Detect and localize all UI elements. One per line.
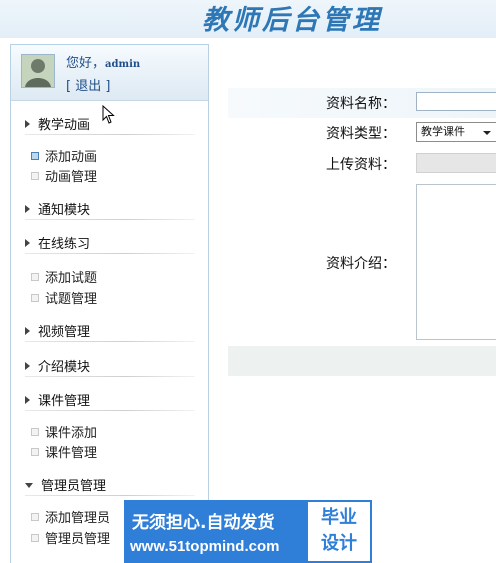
avatar [21, 54, 55, 88]
type-label: 资料类型： [326, 126, 396, 142]
sidebar-item-label: 添加管理员 [45, 511, 111, 526]
sidebar-item-add-animation[interactable]: 添加动画 [31, 146, 97, 165]
sidebar-item-label: 课件添加 [45, 426, 98, 441]
form-footer-band [228, 346, 496, 376]
sidebar-item-manage-question[interactable]: 试题管理 [31, 288, 97, 307]
sidebar-group-label: 教学动画 [38, 118, 91, 133]
divider [25, 341, 195, 342]
bullet-icon [31, 428, 39, 436]
sidebar-group-label: 通知模块 [38, 203, 91, 218]
divider [25, 376, 195, 377]
divider [25, 134, 195, 135]
intro-label: 资料介绍： [326, 256, 396, 272]
sidebar-item-add-admin[interactable]: 添加管理员 [31, 507, 110, 526]
sidebar-group-animation[interactable]: 教学动画 [25, 114, 90, 133]
header-bar: 教师后台管理 [0, 0, 496, 38]
greeting-label: 您好， [66, 56, 106, 71]
bullet-icon [31, 172, 39, 180]
chevron-right-icon [25, 205, 30, 213]
sidebar-item-label: 课件管理 [45, 446, 98, 461]
bullet-icon [31, 273, 39, 281]
chevron-right-icon [25, 396, 30, 404]
divider [25, 219, 195, 220]
name-input[interactable] [416, 92, 496, 111]
user-avatar-icon [22, 55, 54, 87]
promo-badge: 毕业 设计 [308, 502, 370, 561]
sidebar-item-manage-admin[interactable]: 管理员管理 [31, 528, 110, 547]
upload-file-input[interactable] [416, 153, 496, 173]
sidebar-item-label: 动画管理 [45, 170, 98, 185]
chevron-right-icon [25, 120, 30, 128]
divider [25, 253, 195, 254]
bullet-icon [31, 534, 39, 542]
greeting-text: 您好，admin [66, 52, 140, 71]
upload-label: 上传资料： [326, 157, 396, 173]
bullet-icon [31, 152, 39, 160]
promo-slogan: 无须担心.自动发货 [132, 513, 275, 533]
chevron-right-icon [25, 239, 30, 247]
sidebar-item-label: 试题管理 [45, 292, 98, 307]
logout-link[interactable]: [ 退出 ] [66, 75, 110, 94]
sidebar-group-label: 视频管理 [38, 325, 91, 340]
mouse-cursor-icon [102, 105, 115, 124]
divider [25, 495, 195, 496]
username: admin [105, 59, 141, 70]
chevron-right-icon [25, 327, 30, 335]
intro-textarea[interactable] [416, 184, 496, 340]
divider [25, 410, 195, 411]
sidebar-item-label: 添加动画 [45, 150, 98, 165]
sidebar-item-manage-courseware[interactable]: 课件管理 [31, 442, 97, 461]
sidebar-item-label: 添加试题 [45, 271, 98, 286]
sidebar-group-intro[interactable]: 介绍模块 [25, 356, 90, 375]
sidebar-item-label: 管理员管理 [45, 532, 111, 547]
chevron-right-icon [25, 362, 30, 370]
sidebar-group-notice[interactable]: 通知模块 [25, 199, 90, 218]
type-select-value: 教学课件 [421, 125, 465, 138]
bullet-icon [31, 448, 39, 456]
bullet-icon [31, 513, 39, 521]
promo-banner: 无须担心.自动发货 www.51topmind.com 毕业 设计 [124, 500, 372, 563]
page-title: 教师后台管理 [202, 5, 382, 36]
promo-badge-bottom: 设计 [321, 533, 357, 554]
promo-badge-top: 毕业 [321, 507, 357, 528]
sidebar-group-practice[interactable]: 在线练习 [25, 233, 90, 252]
bullet-icon [31, 294, 39, 302]
sidebar-group-video[interactable]: 视频管理 [25, 321, 90, 340]
chevron-down-icon [25, 483, 33, 488]
sidebar-group-admin[interactable]: 管理员管理 [25, 475, 106, 494]
sidebar-group-label: 介绍模块 [38, 360, 91, 375]
promo-url: www.51topmind.com [130, 538, 280, 555]
sidebar-item-manage-animation[interactable]: 动画管理 [31, 166, 97, 185]
chevron-down-icon [483, 131, 491, 135]
name-label: 资料名称： [326, 96, 396, 112]
sidebar-item-add-courseware[interactable]: 课件添加 [31, 422, 97, 441]
sidebar-item-add-question[interactable]: 添加试题 [31, 267, 97, 286]
user-panel: 您好，admin [ 退出 ] [11, 45, 208, 101]
sidebar-group-label: 课件管理 [38, 394, 91, 409]
sidebar-group-label: 在线练习 [38, 237, 91, 252]
sidebar-group-label: 管理员管理 [41, 479, 107, 494]
sidebar-group-courseware[interactable]: 课件管理 [25, 390, 90, 409]
type-select[interactable]: 教学课件 [416, 122, 496, 142]
